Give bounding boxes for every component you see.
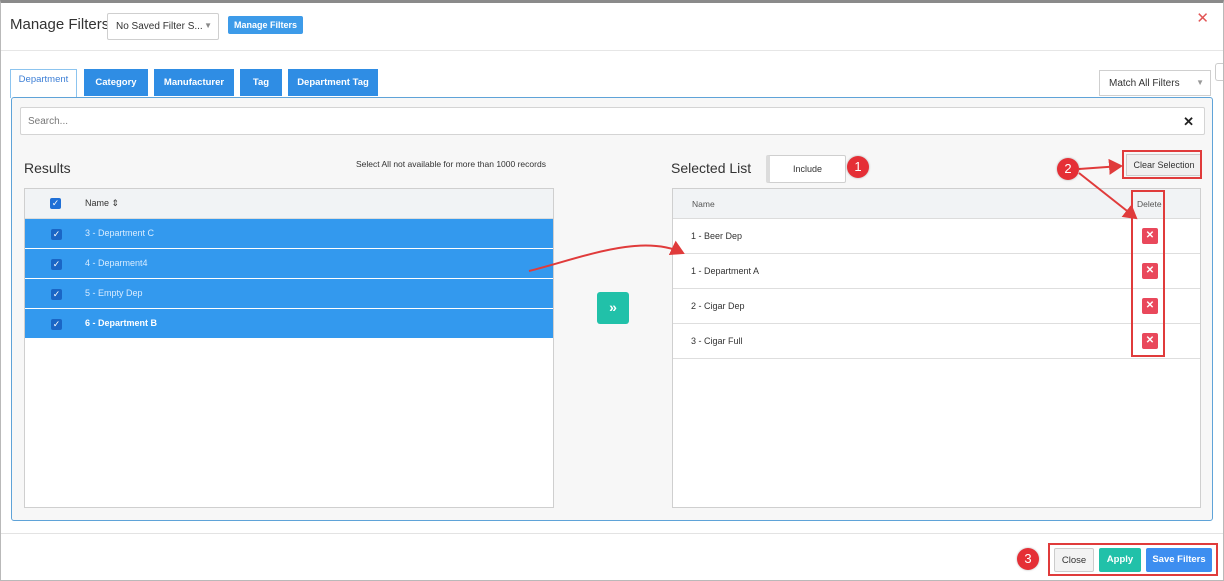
arrow-to-selected-list: [528, 240, 685, 272]
manage-filters-dialog: Manage Filters No Saved Filter S... ▼ Ma…: [0, 0, 1224, 581]
arrow-to-clear-selection: [1078, 158, 1123, 175]
annotation-badge-2: 2: [1057, 158, 1079, 180]
annotation-badge-1: 1: [847, 156, 869, 178]
annotation-badge-3: 3: [1017, 548, 1039, 570]
annotation-arrows: [528, 158, 1138, 272]
arrow-to-delete-column: [1078, 172, 1138, 220]
